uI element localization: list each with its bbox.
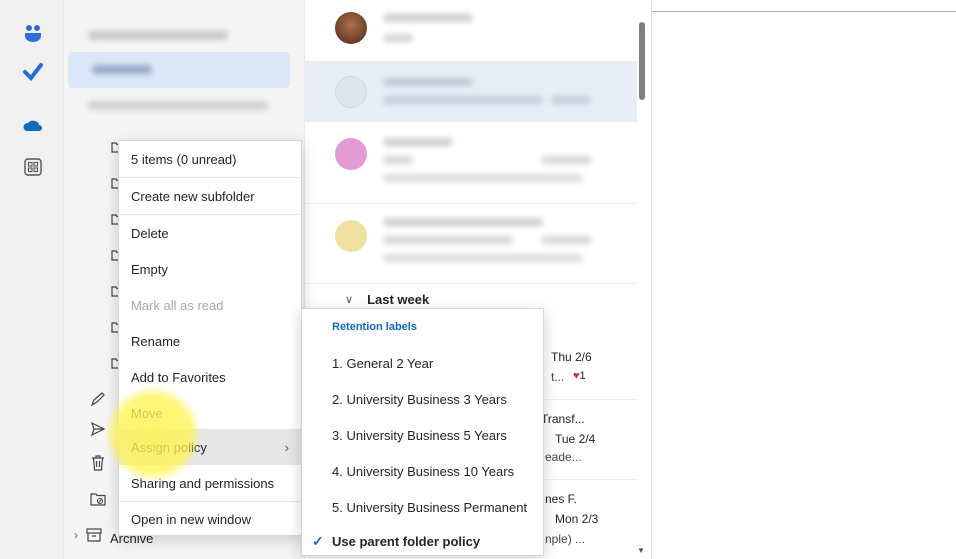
scrollbar-thumb[interactable] <box>639 22 645 100</box>
checkmark-icon: ✓ <box>312 532 324 549</box>
add-to-favorites-item[interactable]: Add to Favorites <box>119 359 301 395</box>
message-item[interactable] <box>305 204 637 284</box>
send-icon <box>90 421 106 437</box>
folder-row-blurred[interactable] <box>64 90 304 120</box>
sharing-permissions-item[interactable]: Sharing and permissions <box>119 465 301 501</box>
message-date: Thu 2/6 <box>551 350 592 364</box>
account-header[interactable] <box>64 20 304 50</box>
message-item-selected[interactable] <box>305 62 637 122</box>
message-list-scrollbar[interactable]: ▼ <box>636 0 650 559</box>
empty-item[interactable]: Empty <box>119 251 301 287</box>
archive-box-icon <box>86 527 102 543</box>
reaction-badge[interactable]: ♥1 <box>573 370 586 382</box>
retention-option[interactable]: 4. University Business 10 Years <box>302 453 543 489</box>
delete-item[interactable]: Delete <box>119 215 301 251</box>
message-date: Tue 2/4 <box>555 432 596 446</box>
move-item[interactable]: Move <box>119 395 301 431</box>
message-sender: nes F. <box>545 492 578 506</box>
retention-option[interactable]: 1. General 2 Year <box>302 345 543 381</box>
message-preview: t... <box>551 370 565 384</box>
inbox-folder-selected[interactable] <box>68 52 290 88</box>
assign-policy-item[interactable]: Assign policy › <box>119 429 301 465</box>
retention-labels-header: Retention labels <box>332 321 417 333</box>
use-parent-policy-label: Use parent folder policy <box>332 533 481 549</box>
retention-option[interactable]: 2. University Business 3 Years <box>302 381 543 417</box>
teams-icon[interactable] <box>22 22 44 44</box>
use-parent-policy-option[interactable]: ✓ Use parent folder policy <box>302 523 543 559</box>
assign-policy-label: Assign policy <box>131 439 207 455</box>
chevron-down-icon[interactable]: ∨ <box>345 293 353 306</box>
outlook-window: › Archive ∨ Last week Thu 2/6 t... ♥1 Tr… <box>0 0 956 559</box>
reaction-count: 1 <box>579 370 586 382</box>
message-item[interactable] <box>305 0 637 62</box>
message-subject: Transf... <box>541 412 585 426</box>
onedrive-cloud-icon[interactable] <box>22 114 44 136</box>
item-count-summary: 5 items (0 unread) <box>131 151 237 167</box>
mark-all-read-item: Mark all as read <box>131 297 224 313</box>
reading-pane <box>652 0 956 559</box>
apps-grid-icon[interactable] <box>22 156 44 178</box>
group-header-last-week[interactable]: ∨ Last week <box>345 292 429 307</box>
create-subfolder-item[interactable]: Create new subfolder <box>119 178 301 214</box>
drafts-pencil-icon <box>90 391 106 407</box>
message-date: Mon 2/3 <box>555 512 599 526</box>
group-header-label: Last week <box>367 292 430 307</box>
avatar <box>335 220 367 252</box>
junk-folder-icon <box>90 491 106 507</box>
reading-pane-divider <box>652 11 956 12</box>
rename-item[interactable]: Rename <box>119 323 301 359</box>
avatar <box>335 138 367 170</box>
scroll-down-arrow-icon[interactable]: ▼ <box>637 546 645 555</box>
chevron-right-icon: › <box>284 439 289 455</box>
trash-icon <box>90 455 106 471</box>
message-preview: eade... <box>545 450 582 464</box>
message-item[interactable] <box>305 122 637 204</box>
retention-option[interactable]: 3. University Business 5 Years <box>302 417 543 453</box>
retention-option[interactable]: 5. University Business Permanent <box>302 489 543 525</box>
todo-check-icon[interactable] <box>22 60 44 82</box>
avatar <box>335 76 367 108</box>
retention-labels-submenu: Retention labels 1. General 2 Year 2. Un… <box>301 308 544 556</box>
app-rail <box>0 0 64 559</box>
chevron-right-icon[interactable]: › <box>74 528 78 542</box>
open-new-window-item[interactable]: Open in new window <box>119 501 301 537</box>
avatar <box>335 12 367 44</box>
folder-context-menu: 5 items (0 unread) Create new subfolder … <box>118 140 302 536</box>
message-preview: nple) ... <box>545 532 586 546</box>
